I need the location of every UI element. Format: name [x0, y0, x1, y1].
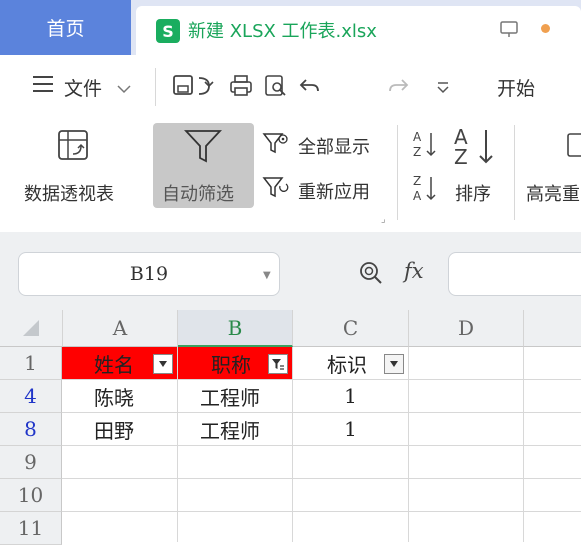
highlight-icon [566, 130, 581, 164]
filter-dropdown-button[interactable] [153, 354, 173, 374]
cell-d4[interactable] [409, 380, 524, 413]
cell-e1[interactable] [524, 347, 581, 380]
row-header-filtered[interactable]: 4 [0, 380, 62, 413]
column-header-e[interactable] [524, 310, 581, 347]
cell-b4[interactable]: 工程师 [178, 380, 293, 413]
svg-text:A: A [413, 189, 422, 203]
sort-icon: AZ [452, 124, 498, 172]
name-box[interactable]: B19 [18, 252, 280, 296]
cell-b10[interactable] [178, 479, 293, 512]
cell-c11[interactable] [293, 512, 409, 542]
svg-text:Z: Z [413, 145, 421, 159]
cell-b11[interactable] [178, 512, 293, 542]
svg-text:Z: Z [454, 145, 468, 168]
cell-a9[interactable] [62, 446, 178, 479]
cell-d1[interactable] [409, 347, 524, 380]
cell-c4[interactable]: 1 [293, 380, 409, 413]
redo-icon[interactable] [386, 76, 410, 100]
ribbon-separator [514, 125, 515, 220]
ribbon-separator [397, 125, 398, 220]
cell-a11[interactable] [62, 512, 178, 542]
cell-a4[interactable]: 陈晓 [62, 380, 178, 413]
cell-a10[interactable] [62, 479, 178, 512]
cell-b8[interactable]: 工程师 [178, 413, 293, 446]
unsaved-dot-icon [541, 24, 550, 33]
cell-c9[interactable] [293, 446, 409, 479]
formula-input[interactable] [448, 252, 581, 296]
sort-ascending-icon[interactable]: AZ [412, 129, 438, 163]
show-all-button[interactable]: 全部显示 [298, 133, 370, 159]
print-preview-icon[interactable] [264, 74, 288, 102]
print-icon[interactable] [229, 74, 253, 102]
tab-home[interactable]: 首页 [0, 0, 131, 55]
cell-d11[interactable] [409, 512, 524, 542]
monitor-icon[interactable] [499, 19, 519, 39]
funnel-icon [183, 128, 223, 168]
svg-text:A: A [413, 130, 422, 144]
cell-e8[interactable] [524, 413, 581, 446]
more-chevron-icon[interactable] [435, 80, 451, 99]
svg-text:Z: Z [413, 174, 421, 188]
sort-descending-icon[interactable]: ZA [412, 173, 438, 207]
document-title: 新建 XLSX 工作表.xlsx [188, 21, 377, 42]
spreadsheet-icon: S [156, 19, 180, 43]
row-header-filtered[interactable]: 8 [0, 413, 62, 446]
cell-a8[interactable]: 田野 [62, 413, 178, 446]
pivot-table-icon [56, 128, 90, 166]
highlight-duplicates-button[interactable]: 高亮重 [526, 180, 580, 206]
menu-start[interactable]: 开始 [497, 74, 535, 101]
save-icon[interactable] [172, 74, 194, 100]
row-header[interactable]: 9 [0, 446, 62, 479]
filter-dropdown-button[interactable] [384, 354, 404, 374]
cell-d8[interactable] [409, 413, 524, 446]
cell-b9[interactable] [178, 446, 293, 479]
menu-separator [155, 68, 156, 106]
select-all-corner[interactable] [0, 310, 63, 347]
sort-button[interactable]: 排序 [455, 180, 491, 206]
row-header[interactable]: 10 [0, 479, 62, 512]
pivot-table-button[interactable]: 数据透视表 [24, 180, 114, 206]
cell-c8[interactable]: 1 [293, 413, 409, 446]
cell-e9[interactable] [524, 446, 581, 479]
cell-e11[interactable] [524, 512, 581, 542]
name-box-dropdown-icon[interactable]: ▼ [263, 270, 271, 281]
row-header[interactable]: 11 [0, 512, 62, 545]
zoom-search-icon[interactable] [358, 260, 384, 290]
reapply-button[interactable]: 重新应用 [298, 178, 370, 204]
export-icon[interactable] [193, 74, 219, 102]
cell-c10[interactable] [293, 479, 409, 512]
cell-e4[interactable] [524, 380, 581, 413]
undo-icon[interactable] [298, 76, 322, 100]
reapply-icon [262, 176, 290, 204]
column-header-d[interactable]: D [409, 310, 524, 347]
cell-d10[interactable] [409, 479, 524, 512]
hamburger-icon[interactable] [31, 73, 55, 99]
column-header-c[interactable]: C [293, 310, 409, 347]
menu-file[interactable]: 文件 [64, 74, 102, 101]
show-all-icon [262, 132, 290, 160]
cell-e10[interactable] [524, 479, 581, 512]
column-header-a[interactable]: A [63, 310, 178, 347]
row-header[interactable]: 1 [0, 347, 62, 380]
column-header-b[interactable]: B [178, 310, 293, 347]
dialog-launcher-icon[interactable]: ⌟ [381, 214, 386, 225]
cell-d9[interactable] [409, 446, 524, 479]
chevron-down-icon[interactable] [116, 80, 132, 99]
auto-filter-label: 自动筛选 [162, 184, 234, 205]
fx-icon[interactable]: fx [404, 259, 424, 283]
filter-active-icon[interactable] [268, 354, 288, 374]
